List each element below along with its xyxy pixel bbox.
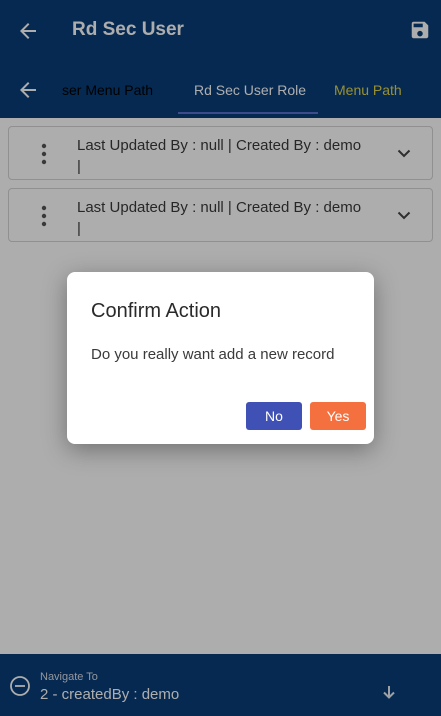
yes-button[interactable]: Yes	[310, 402, 366, 430]
dialog-title: Confirm Action	[91, 300, 222, 322]
dialog-message: Do you really want add a new record	[91, 346, 335, 363]
confirm-dialog: Confirm Action Do you really want add a …	[67, 272, 374, 444]
no-button[interactable]: No	[246, 402, 302, 430]
